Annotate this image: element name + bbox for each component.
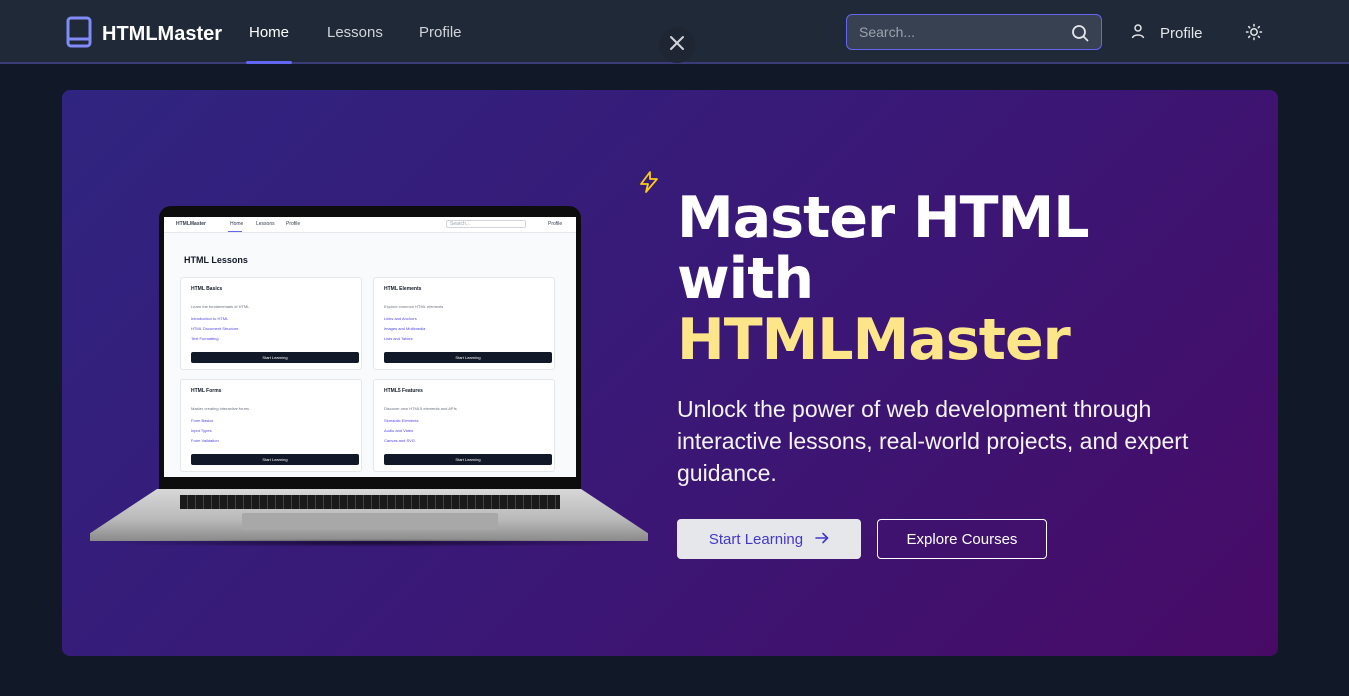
mini-card-link: Lists and Tables [384, 336, 413, 341]
headline-accent: HTMLMaster [677, 307, 1071, 373]
hero-headline: Master HTML with HTMLMaster [677, 185, 1090, 373]
mini-search: Search... [446, 220, 526, 228]
mini-card-button: Start Learning [384, 454, 552, 465]
mini-link-lessons: Lessons [256, 221, 275, 227]
start-learning-button[interactable]: Start Learning [677, 519, 861, 559]
mini-link-profile: Profile [286, 221, 301, 227]
laptop-trackpad [242, 513, 498, 530]
mini-navbar: HTMLMaster Home Lessons Profile Search..… [164, 217, 576, 233]
mini-card-link: Form Validation [191, 438, 219, 443]
laptop-screen: HTMLMaster Home Lessons Profile Search..… [164, 217, 576, 477]
mini-card-button: Start Learning [191, 352, 359, 363]
mini-card-link: Text Formatting [191, 336, 219, 341]
mini-card-link: Audio and Video [384, 428, 414, 433]
nav-link-lessons[interactable]: Lessons [327, 24, 383, 41]
mini-card-link: Input Types [191, 428, 212, 433]
mini-card-title: HTML5 Features [384, 388, 423, 394]
mini-card-link: Semantic Elements [384, 418, 419, 423]
mini-card-button: Start Learning [191, 454, 359, 465]
mini-profile: Profile [548, 221, 563, 227]
mini-card-desc: Learn the fundamentals of HTML [191, 304, 250, 309]
mini-card: HTML Forms Master creating interactive f… [180, 379, 362, 472]
mini-card-title: HTML Basics [191, 286, 223, 292]
mini-page-title: HTML Lessons [184, 255, 248, 265]
brand-name: HTMLMaster [102, 23, 223, 45]
mini-card-button: Start Learning [384, 352, 552, 363]
mini-card-title: HTML Elements [384, 286, 422, 292]
mini-card-link: Images and Multimedia [384, 326, 426, 331]
sun-icon[interactable] [1245, 23, 1263, 46]
mini-link-home: Home [230, 221, 244, 227]
mini-card-title: HTML Forms [191, 388, 222, 394]
mini-card: HTML Elements Explore common HTML elemen… [373, 277, 555, 370]
explore-courses-button[interactable]: Explore Courses [877, 519, 1047, 559]
mini-card-link: Introduction to HTML [191, 316, 229, 321]
search-icon[interactable] [1071, 24, 1089, 47]
book-icon [66, 16, 92, 53]
mini-brand: HTMLMaster [176, 221, 207, 227]
explore-courses-label: Explore Courses [906, 530, 1018, 548]
hero-subtitle: Unlock the power of web development thro… [677, 396, 1189, 486]
search-box [846, 14, 1102, 50]
mini-card: HTML5 Features Discover new HTML5 elemen… [373, 379, 555, 472]
laptop-keyboard [180, 495, 560, 509]
active-tab-indicator [246, 61, 292, 64]
nav-link-profile[interactable]: Profile [419, 24, 462, 41]
profile-label: Profile [1160, 24, 1203, 42]
mini-card-link: HTML Document Structure [191, 326, 239, 331]
nav-link-home[interactable]: Home [249, 24, 289, 41]
close-button[interactable] [659, 27, 695, 63]
mini-card-link: Canvas and SVG [384, 438, 415, 443]
headline-line-2: with [677, 246, 814, 312]
laptop-illustration: HTMLMaster Home Lessons Profile Search..… [88, 205, 650, 550]
user-icon [1130, 23, 1146, 43]
mini-tab-indicator [228, 231, 242, 232]
laptop-lid: HTMLMaster Home Lessons Profile Search..… [159, 206, 581, 494]
search-input[interactable] [847, 15, 1067, 49]
mini-card: HTML Basics Learn the fundamentals of HT… [180, 277, 362, 370]
mini-card-desc: Explore common HTML elements [384, 304, 444, 309]
mini-card-link: Form Basics [191, 418, 214, 423]
start-learning-label: Start Learning [708, 530, 804, 548]
headline-line-1: Master HTML [677, 185, 1090, 251]
close-icon [669, 35, 685, 56]
laptop-shadow [88, 539, 650, 547]
mini-card-desc: Master creating interactive forms [191, 406, 250, 411]
profile-button[interactable]: Profile [1130, 23, 1203, 43]
mini-card-desc: Discover new HTML5 elements and APIs [384, 406, 457, 411]
arrow-right-icon [815, 531, 829, 548]
mini-card-link: Links and Anchors [384, 316, 417, 321]
lightning-icon [638, 170, 660, 199]
brand-logo-link[interactable]: HTMLMaster [66, 16, 222, 53]
